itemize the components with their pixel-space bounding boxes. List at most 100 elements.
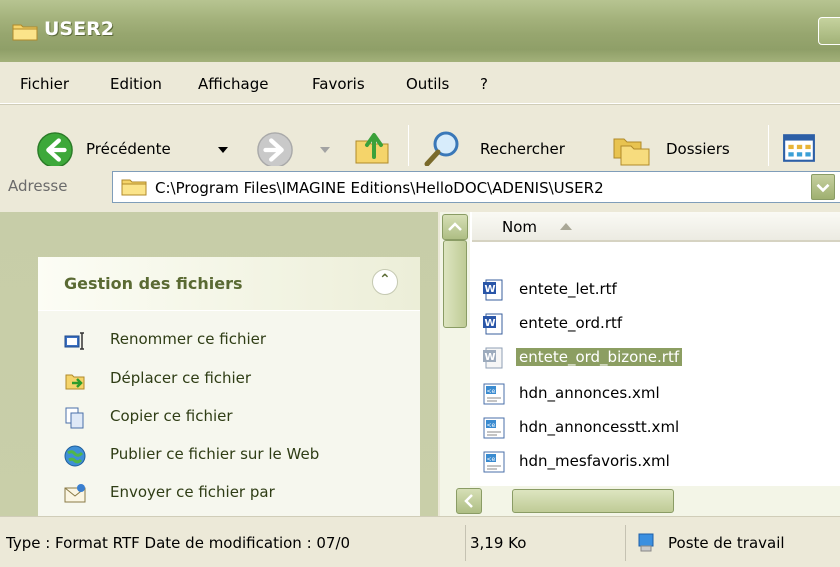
- search-label: Rechercher: [480, 140, 565, 158]
- forward-arrow-icon: [257, 132, 293, 168]
- file-row[interactable]: <e> hdn_mesfavoris.xml: [482, 446, 822, 478]
- folders-button[interactable]: Dossiers: [608, 127, 756, 171]
- back-label: Précédente: [86, 140, 171, 158]
- file-row[interactable]: W entete_ord.rtf: [482, 308, 822, 340]
- address-bar: Adresse C:\Program Files\IMAGINE Edition…: [0, 166, 840, 210]
- file-tasks-title: Gestion des fichiers: [64, 274, 243, 293]
- task-label: Publier ce fichier sur le Web: [110, 445, 320, 463]
- svg-text:<e>: <e>: [487, 456, 501, 463]
- status-size-cell: 3,19 Ko: [466, 525, 626, 561]
- computer-icon: [638, 533, 654, 552]
- mail-icon: [64, 484, 86, 503]
- views-button[interactable]: [782, 131, 840, 169]
- task-copy[interactable]: Copier ce fichier: [64, 403, 414, 433]
- menu-affichage[interactable]: Affichage: [198, 75, 268, 93]
- column-header-name[interactable]: Nom: [472, 212, 840, 242]
- file-row[interactable]: <e> hdn_annonces.xml: [482, 378, 822, 410]
- back-arrow-icon: [37, 132, 73, 168]
- word-doc-icon: W: [483, 313, 503, 335]
- views-icon: [783, 134, 815, 162]
- task-pane: Gestion des fichiers ⌃ Renommer ce fichi…: [0, 212, 438, 519]
- address-path: C:\Program Files\IMAGINE Editions\HelloD…: [155, 179, 604, 197]
- folder-icon: [121, 179, 147, 196]
- address-dropdown-button[interactable]: [811, 174, 835, 200]
- up-folder-icon: [355, 133, 389, 164]
- svg-text:<e>: <e>: [487, 422, 501, 429]
- svg-text:W: W: [485, 318, 496, 329]
- search-icon: [424, 131, 459, 167]
- folders-label: Dossiers: [666, 140, 730, 158]
- vertical-scroll-thumb[interactable]: [443, 240, 467, 328]
- word-doc-icon: W: [483, 347, 503, 369]
- minimize-button[interactable]: [818, 17, 840, 45]
- collapse-button[interactable]: ⌃: [372, 269, 398, 295]
- menu-favoris[interactable]: Favoris: [312, 75, 365, 93]
- chevron-up-icon: [448, 222, 462, 231]
- scroll-up-button[interactable]: [442, 214, 468, 240]
- back-dropdown-icon[interactable]: [218, 147, 228, 153]
- task-move[interactable]: Déplacer ce fichier: [64, 365, 414, 395]
- task-label: Renommer ce fichier: [110, 330, 267, 348]
- status-type-cell: Type : Format RTF Date de modification :…: [0, 525, 466, 561]
- file-row[interactable]: <e> hdn_annoncesstt.xml: [482, 412, 822, 444]
- svg-text:<e>: <e>: [487, 388, 501, 395]
- back-button[interactable]: Précédente: [30, 129, 242, 171]
- svg-text:W: W: [485, 284, 496, 295]
- forward-dropdown-icon[interactable]: [320, 147, 330, 153]
- file-name: hdn_mesfavoris.xml: [519, 452, 670, 470]
- move-icon: [65, 374, 85, 390]
- chevron-left-icon: [464, 494, 473, 508]
- file-name: entete_ord.rtf: [519, 314, 623, 332]
- file-name: entete_let.rtf: [519, 280, 617, 298]
- forward-button[interactable]: [254, 129, 334, 171]
- globe-icon: [64, 445, 86, 467]
- word-doc-icon: W: [483, 279, 503, 301]
- scroll-left-button[interactable]: [456, 488, 482, 514]
- xml-file-icon: <e>: [483, 451, 505, 473]
- menu-help[interactable]: ?: [480, 75, 488, 93]
- status-bar: Type : Format RTF Date de modification :…: [0, 516, 840, 567]
- address-label: Adresse: [8, 177, 68, 195]
- file-row[interactable]: W entete_let.rtf: [482, 274, 822, 306]
- task-label: Envoyer ce fichier par: [110, 483, 275, 501]
- xml-file-icon: <e>: [483, 383, 505, 405]
- menu-outils[interactable]: Outils: [406, 75, 449, 93]
- file-name: entete_ord_bizone.rtf: [516, 348, 683, 366]
- status-size: 3,19 Ko: [470, 534, 527, 552]
- column-name-label: Nom: [502, 218, 538, 236]
- file-name: hdn_annoncesstt.xml: [519, 418, 680, 436]
- file-tasks-panel: Gestion des fichiers ⌃ Renommer ce fichi…: [38, 257, 420, 519]
- xml-file-icon: <e>: [483, 417, 505, 439]
- up-folder-button[interactable]: [352, 127, 396, 171]
- title-bar: USER2: [0, 0, 840, 62]
- window-title: USER2: [44, 18, 114, 40]
- folders-icon: [613, 138, 650, 166]
- task-label: Déplacer ce fichier: [110, 369, 252, 387]
- folder-icon: [12, 24, 38, 41]
- task-publish[interactable]: Publier ce fichier sur le Web: [64, 441, 414, 471]
- chevron-down-icon: [816, 183, 830, 193]
- file-row-selected[interactable]: W entete_ord_bizone.rtf: [482, 342, 822, 374]
- search-button[interactable]: Rechercher: [420, 127, 594, 171]
- file-name: hdn_annonces.xml: [519, 384, 660, 402]
- horizontal-scroll-thumb[interactable]: [512, 489, 674, 513]
- chevron-up-icon: ⌃: [379, 272, 391, 288]
- sort-ascending-icon: [560, 223, 572, 230]
- status-type-info: Type : Format RTF Date de modification :…: [6, 534, 351, 552]
- task-rename[interactable]: Renommer ce fichier: [64, 326, 414, 356]
- task-email[interactable]: Envoyer ce fichier par: [64, 479, 414, 509]
- rename-icon: [64, 332, 84, 350]
- menu-edition[interactable]: Edition: [110, 75, 162, 93]
- address-field[interactable]: C:\Program Files\IMAGINE Editions\HelloD…: [112, 171, 840, 203]
- horizontal-scrollbar[interactable]: [440, 486, 840, 516]
- menu-bar: Fichier Edition Affichage Favoris Outils…: [0, 62, 840, 104]
- file-list: Nom W entete_let.rtf W entete_ord.rtf W …: [440, 212, 840, 516]
- status-zone-cell: Poste de travail: [626, 525, 840, 561]
- copy-icon: [65, 407, 84, 429]
- menu-fichier[interactable]: Fichier: [20, 75, 69, 93]
- status-location: Poste de travail: [668, 534, 785, 552]
- vertical-scrollbar[interactable]: [440, 212, 470, 516]
- file-tasks-header[interactable]: Gestion des fichiers ⌃: [38, 257, 420, 311]
- task-label: Copier ce fichier: [110, 407, 233, 425]
- svg-text:W: W: [485, 352, 496, 363]
